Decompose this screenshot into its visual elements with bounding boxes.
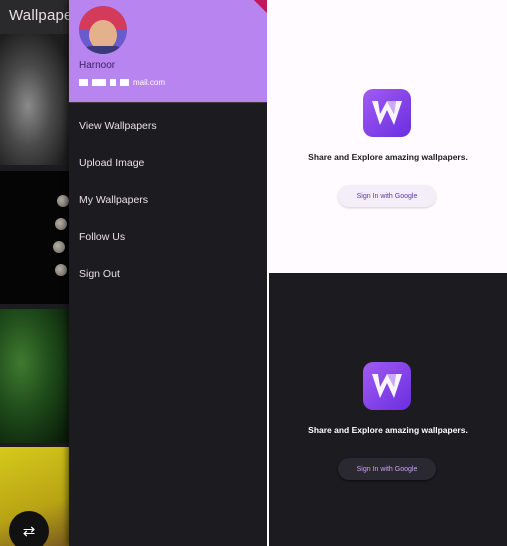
wallpaper-thumbnail[interactable]	[0, 34, 70, 165]
menu-item-upload-image[interactable]: Upload Image	[69, 145, 267, 182]
menu-item-sign-out[interactable]: Sign Out	[69, 255, 267, 292]
debug-banner	[249, 0, 267, 16]
moon-shape	[55, 218, 67, 230]
tagline: Share and Explore amazing wallpapers.	[308, 152, 468, 162]
menu-item-follow-us[interactable]: Follow Us	[69, 218, 267, 255]
swap-icon: ⇄	[22, 523, 36, 540]
redaction-block	[92, 79, 106, 86]
user-email-text: mail.com	[133, 78, 166, 87]
sign-in-google-button[interactable]: Sign In with Google	[338, 185, 436, 207]
drawer-header: Harnoor mail.com	[69, 0, 267, 102]
user-email: mail.com	[79, 78, 165, 87]
wallpaper-thumbnail[interactable]	[0, 309, 70, 443]
avatar[interactable]	[79, 6, 127, 54]
moon-shape	[53, 241, 65, 253]
menu-item-view-wallpapers[interactable]: View Wallpapers	[69, 108, 267, 145]
avatar-shirt	[83, 46, 123, 54]
drawer-menu: View Wallpapers Upload Image My Wallpape…	[69, 108, 267, 292]
tagline: Share and Explore amazing wallpapers.	[308, 425, 468, 435]
screenshot-root: Wallpapers ⇄ Harnoor mail.com View Wallp…	[0, 0, 507, 546]
redaction-block	[110, 79, 116, 86]
sign-in-google-button[interactable]: Sign In with Google	[338, 458, 436, 480]
redaction-block	[79, 79, 88, 86]
moon-shape	[57, 195, 69, 207]
swap-theme-button[interactable]: ⇄	[9, 511, 49, 546]
moon-shape	[55, 264, 67, 276]
app-logo-icon	[363, 362, 411, 410]
menu-item-my-wallpapers[interactable]: My Wallpapers	[69, 182, 267, 219]
redaction-block	[120, 79, 129, 86]
app-logo-icon	[363, 89, 411, 137]
app-with-drawer: Wallpapers ⇄ Harnoor mail.com View Wallp…	[0, 0, 267, 546]
drawer-divider	[69, 102, 267, 103]
navigation-drawer: Harnoor mail.com View Wallpapers Upload …	[69, 0, 267, 546]
signin-screen-dark: Share and Explore amazing wallpapers. Si…	[269, 273, 507, 546]
wallpaper-thumbnail[interactable]	[0, 171, 70, 304]
user-name: Harnoor	[79, 60, 116, 71]
signin-screen-light: Share and Explore amazing wallpapers. Si…	[269, 0, 507, 273]
